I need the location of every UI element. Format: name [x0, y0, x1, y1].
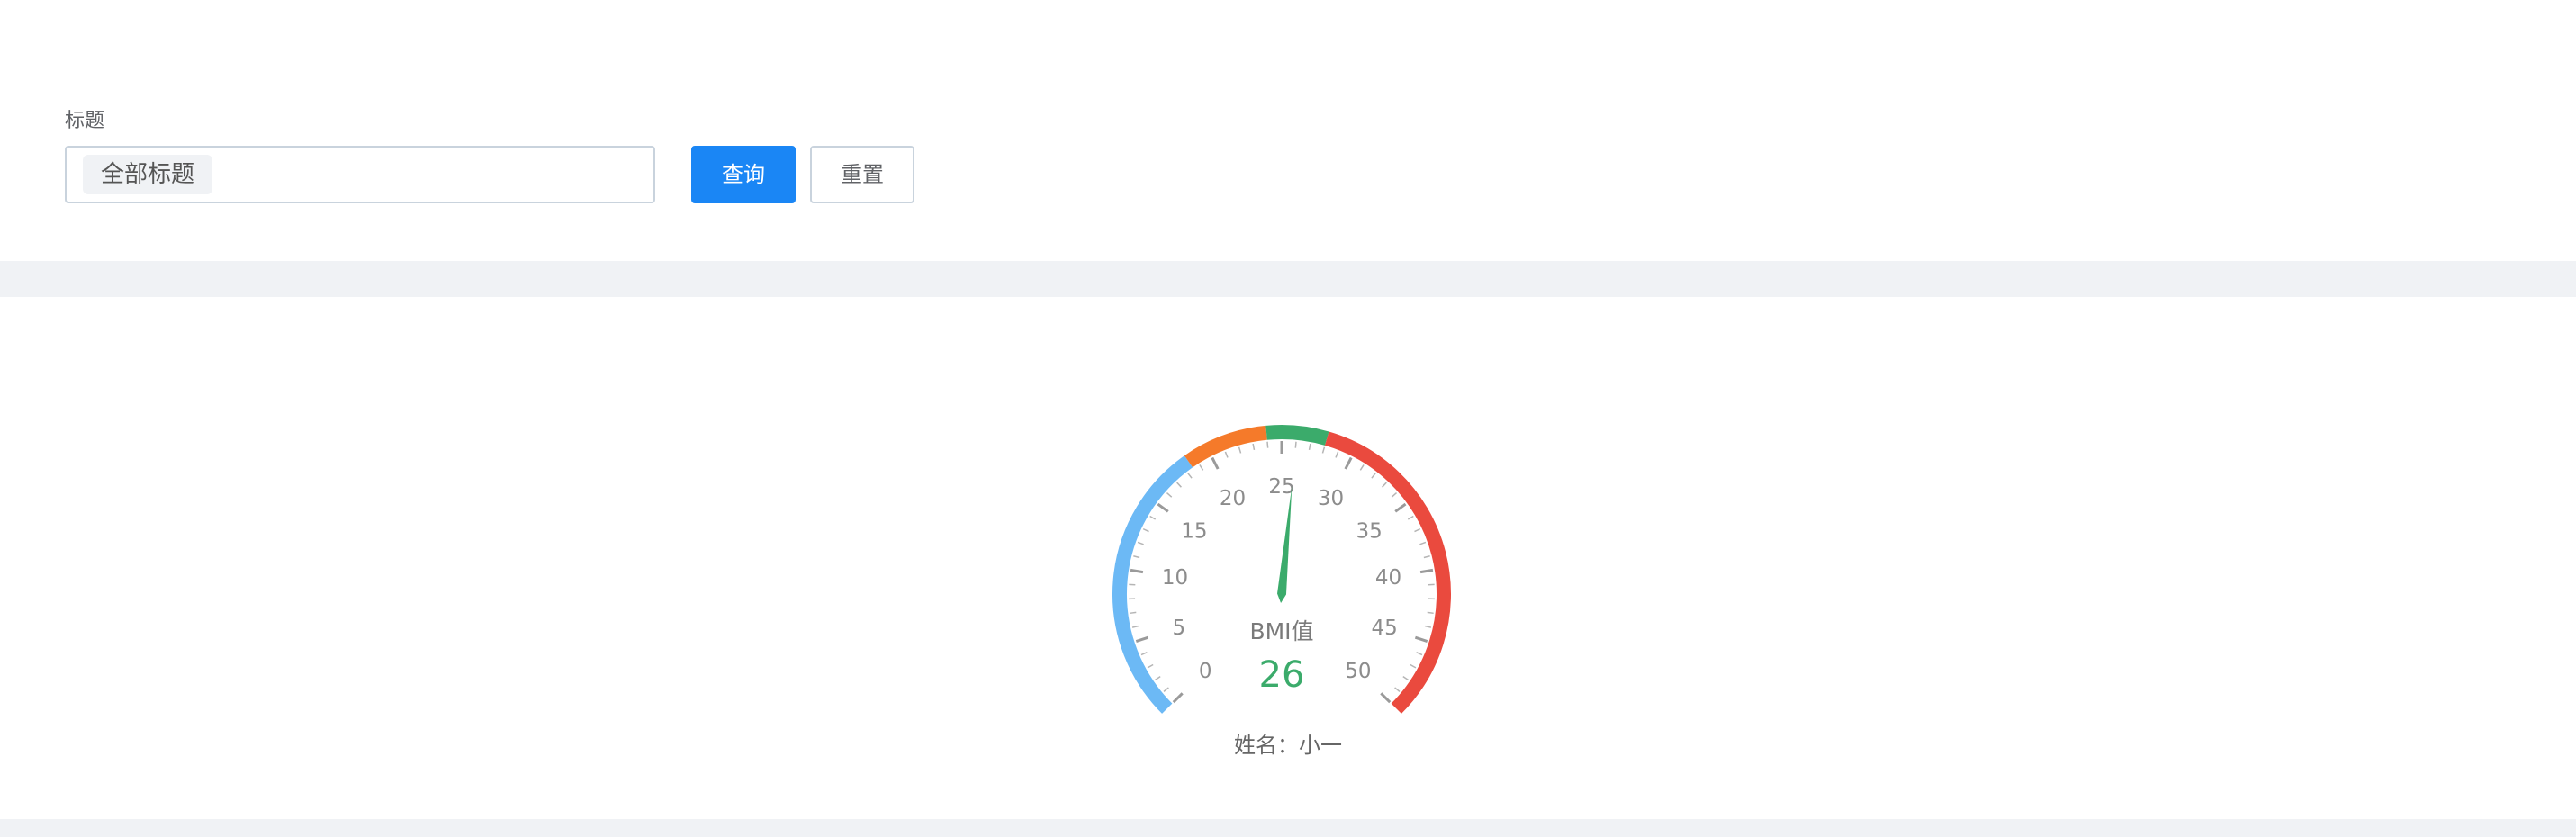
- gauge-minor-tick: [1149, 515, 1157, 520]
- gauge-major-tick: [1135, 635, 1149, 643]
- gauge-minor-tick: [1142, 527, 1149, 533]
- gauge-minor-tick: [1391, 492, 1398, 498]
- gauge-minor-tick: [1402, 675, 1410, 681]
- gauge-major-tick: [1419, 568, 1434, 574]
- gauge-minor-tick: [1416, 652, 1423, 656]
- gauge-minor-tick: [1407, 515, 1414, 520]
- gauge-tick-label: 0: [1199, 660, 1212, 683]
- gauge-minor-tick: [1359, 464, 1365, 471]
- gauge-minor-tick: [1382, 482, 1387, 488]
- gauge-minor-tick: [1423, 554, 1430, 559]
- gauge-major-tick: [1157, 502, 1169, 513]
- title-select[interactable]: 全部标题: [65, 146, 655, 203]
- title-field-label: 标题: [65, 110, 105, 132]
- gauge-tick-label: 5: [1173, 616, 1186, 640]
- gauge-minor-tick: [1321, 446, 1326, 454]
- gauge-value: 26: [1259, 654, 1305, 696]
- query-button[interactable]: 查询: [691, 146, 796, 203]
- gauge-minor-tick: [1224, 451, 1229, 458]
- gauge-minor-tick: [1163, 687, 1169, 692]
- gauge-minor-tick: [1147, 663, 1154, 669]
- gauge-minor-tick: [1140, 652, 1148, 656]
- gauge-tick-label: 45: [1371, 616, 1397, 640]
- gauge-minor-tick: [1238, 446, 1242, 454]
- gauge-minor-tick: [1166, 492, 1173, 498]
- gauge-minor-tick: [1427, 611, 1434, 615]
- gauge-minor-tick: [1410, 663, 1417, 669]
- name-prefix: 姓名：: [1234, 733, 1299, 758]
- gauge-minor-tick: [1131, 625, 1139, 628]
- gauge-minor-tick: [1130, 611, 1137, 615]
- gauge-minor-tick: [1294, 441, 1297, 448]
- gauge-minor-tick: [1419, 541, 1427, 545]
- gauge-minor-tick: [1308, 443, 1311, 451]
- gauge-needle: [1277, 486, 1293, 603]
- gauge-minor-tick: [1199, 464, 1204, 471]
- gauge-major-tick: [1344, 456, 1353, 470]
- gauge-band-2: [1265, 425, 1329, 446]
- gauge-tick-label: 40: [1375, 566, 1401, 590]
- filter-panel: 标题 全部标题 查询 重置: [0, 0, 2576, 261]
- gauge-value-label: BMI值: [1249, 618, 1313, 644]
- gauge-tick-label: 10: [1162, 566, 1188, 590]
- gauge-minor-tick: [1252, 443, 1256, 451]
- gauge-minor-tick: [1424, 625, 1432, 628]
- gauge-minor-tick: [1394, 687, 1401, 692]
- gauge-tick-label: 50: [1345, 660, 1371, 683]
- gauge-minor-tick: [1154, 675, 1161, 681]
- gauge-minor-tick: [1137, 541, 1144, 545]
- gauge-minor-tick: [1133, 554, 1140, 559]
- name-value: 小一: [1299, 733, 1342, 758]
- gauge-major-tick: [1414, 635, 1428, 643]
- gauge-major-tick: [1130, 568, 1144, 574]
- gauge-minor-tick: [1266, 441, 1269, 448]
- gauge-major-tick: [1380, 692, 1392, 704]
- gauge-minor-tick: [1371, 472, 1376, 479]
- gauge-tick-label: 20: [1220, 487, 1246, 510]
- selected-tag[interactable]: 全部标题: [83, 155, 213, 194]
- gauge-minor-tick: [1414, 527, 1421, 533]
- gauge-tick-label: 30: [1318, 487, 1344, 510]
- gauge-tick-label: 35: [1356, 519, 1382, 543]
- gauge-minor-tick: [1335, 451, 1339, 458]
- person-caption: 姓名：小一: [0, 727, 2576, 759]
- gauge-minor-tick: [1176, 482, 1182, 488]
- gauge-major-tick: [1211, 456, 1220, 470]
- gauge-minor-tick: [1187, 472, 1193, 479]
- reset-button[interactable]: 重置: [810, 146, 914, 203]
- gauge-major-tick: [1394, 502, 1407, 513]
- gauge-tick-label: 15: [1181, 519, 1207, 543]
- gauge-major-tick: [1172, 692, 1184, 704]
- chart-panel: 0 5 10 15 20 25 30 35 40 45 50 BMI值 26 姓名：小一: [0, 297, 2576, 819]
